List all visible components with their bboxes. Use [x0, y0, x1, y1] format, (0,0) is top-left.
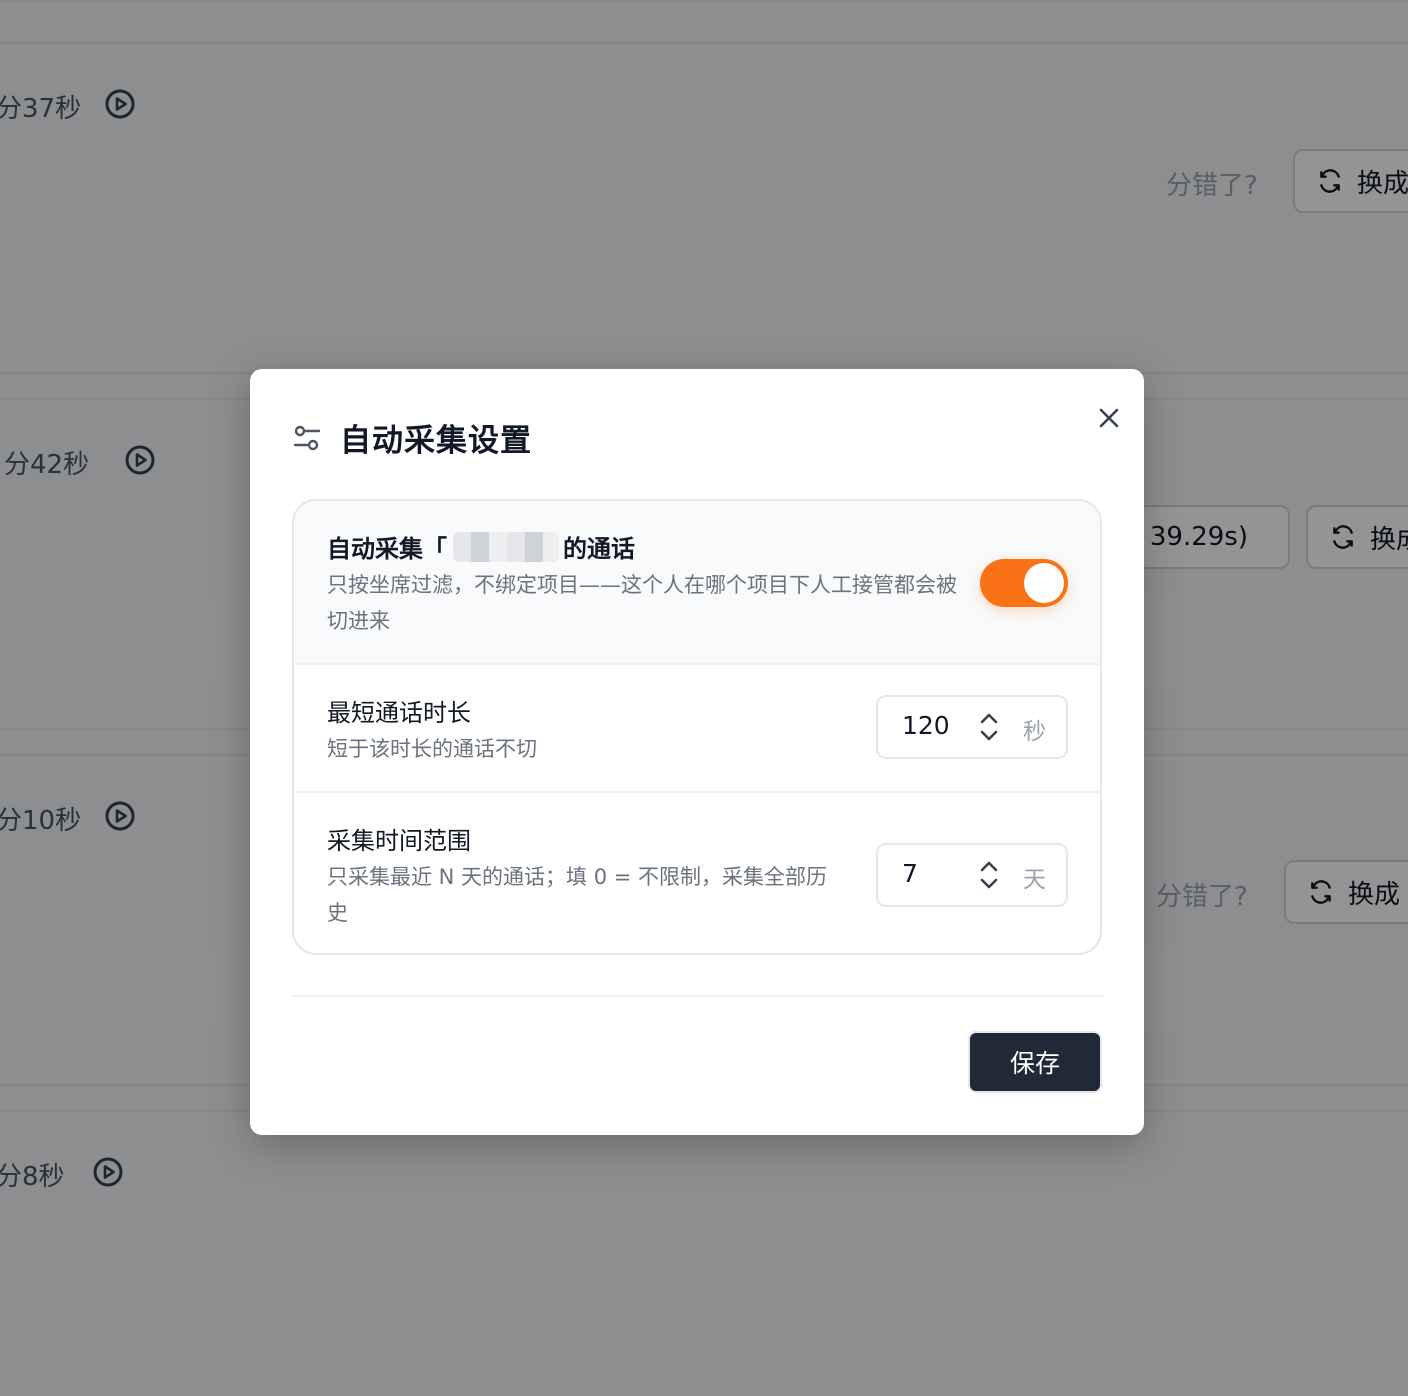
- footer-divider: [292, 995, 1104, 997]
- sliders-icon: [293, 425, 321, 450]
- auto-collect-title-suffix: 的通话: [563, 535, 635, 563]
- min-duration-description: 短于该时长的通话不切: [327, 737, 537, 761]
- collect-range-row: 采集时间范围 只采集最近 N 天的通话；填 0 = 不限制，采集全部历史 7 天: [294, 793, 1100, 953]
- toggle-knob: [1024, 563, 1064, 603]
- min-duration-row: 最短通话时长 短于该时长的通话不切 120 秒: [294, 665, 1100, 793]
- min-duration-unit: 秒: [1023, 719, 1046, 745]
- min-duration-input[interactable]: 120 秒: [876, 695, 1068, 759]
- collect-range-title: 采集时间范围: [327, 827, 471, 855]
- close-icon[interactable]: [1094, 403, 1124, 433]
- min-duration-value: 120: [902, 711, 950, 740]
- min-duration-title: 最短通话时长: [327, 699, 471, 727]
- stepper-icon[interactable]: [976, 857, 1002, 893]
- save-button[interactable]: 保存: [968, 1031, 1102, 1093]
- auto-collect-settings-dialog: 自动采集设置 自动采集「 的通话 只按坐席过滤，不绑定项目——这个人在哪个项目下…: [250, 369, 1144, 1135]
- collect-range-input[interactable]: 7 天: [876, 843, 1068, 907]
- collect-range-unit: 天: [1023, 867, 1046, 893]
- settings-card: 自动采集「 的通话 只按坐席过滤，不绑定项目——这个人在哪个项目下人工接管都会被…: [292, 499, 1102, 955]
- stepper-icon[interactable]: [976, 709, 1002, 745]
- auto-collect-title: 自动采集「 的通话: [327, 529, 635, 564]
- auto-collect-row: 自动采集「 的通话 只按坐席过滤，不绑定项目——这个人在哪个项目下人工接管都会被…: [294, 501, 1100, 665]
- dialog-header: 自动采集设置: [292, 415, 532, 460]
- auto-collect-description: 只按坐席过滤，不绑定项目——这个人在哪个项目下人工接管都会被切进来: [327, 573, 957, 633]
- auto-collect-title-prefix: 自动采集「: [327, 535, 447, 563]
- dialog-title: 自动采集设置: [340, 423, 532, 459]
- collect-range-description: 只采集最近 N 天的通话；填 0 = 不限制，采集全部历史: [327, 865, 828, 925]
- collect-range-value: 7: [902, 859, 918, 888]
- auto-collect-toggle[interactable]: [980, 559, 1068, 607]
- redacted-agent-name: [453, 531, 559, 562]
